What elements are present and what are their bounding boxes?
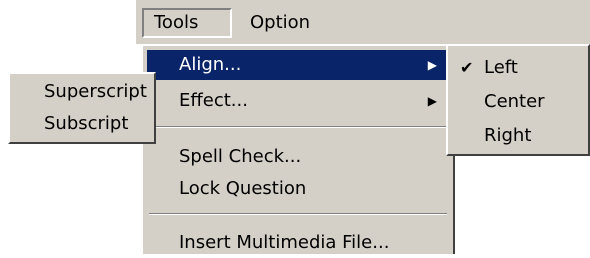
effect-submenu: Superscript Subscript bbox=[8, 72, 156, 144]
submenu-arrow-icon: ▶ bbox=[427, 94, 437, 108]
submenu-item-label: Left bbox=[484, 57, 518, 78]
align-left-item[interactable]: ✔ Left bbox=[450, 52, 586, 84]
subscript-item[interactable]: Subscript bbox=[12, 110, 152, 138]
menu-item-align[interactable]: Align... ▶ bbox=[147, 50, 449, 80]
superscript-item[interactable]: Superscript bbox=[12, 78, 152, 106]
menu-bar: Tools Option bbox=[136, 0, 590, 44]
checkmark-icon: ✔ bbox=[460, 58, 474, 77]
menu-item-label: Effect... bbox=[179, 90, 248, 111]
align-submenu: ✔ Left Center Right bbox=[446, 44, 590, 156]
align-right-item[interactable]: Right bbox=[450, 120, 586, 152]
menu-separator bbox=[149, 213, 447, 215]
menu-option[interactable]: Option bbox=[240, 8, 330, 38]
menu-tools[interactable]: Tools bbox=[142, 8, 232, 38]
align-center-item[interactable]: Center bbox=[450, 86, 586, 118]
menu-separator bbox=[149, 126, 447, 128]
menu-item-lock-question[interactable]: Lock Question bbox=[147, 174, 449, 204]
tools-dropdown: Align... ▶ Effect... ▶ Spell Check... Lo… bbox=[141, 44, 455, 254]
submenu-arrow-icon: ▶ bbox=[427, 58, 437, 72]
menu-item-spell-check[interactable]: Spell Check... bbox=[147, 142, 449, 172]
menu-item-effect[interactable]: Effect... ▶ bbox=[147, 86, 449, 116]
menu-item-label: Align... bbox=[179, 54, 242, 75]
